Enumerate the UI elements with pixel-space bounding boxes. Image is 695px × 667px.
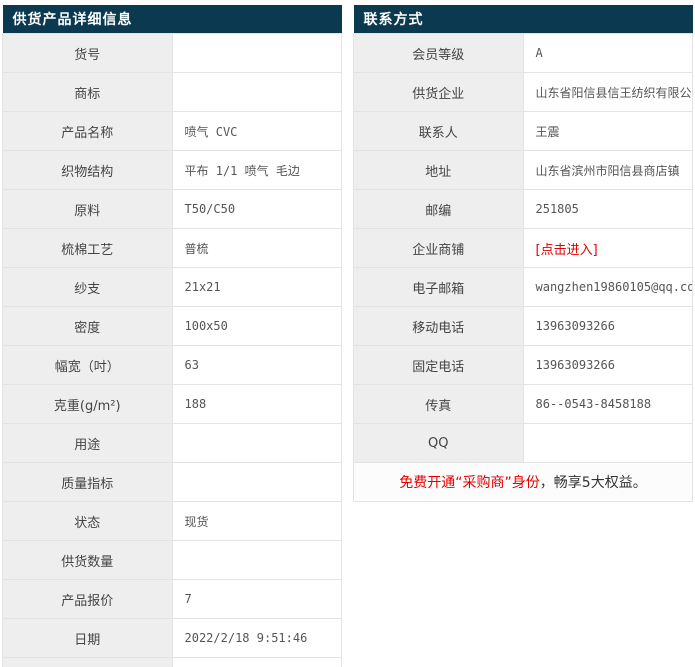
supply-product-title: 供货产品详细信息 — [2, 5, 342, 34]
row-value: 普梳 — [171, 228, 342, 268]
table-row: 纱支 21x21 — [2, 267, 342, 307]
shop-enter-link[interactable]: [点击进入] — [536, 243, 598, 258]
table-row: 质量指标 — [2, 462, 342, 502]
row-label: 梳棉工艺 — [2, 228, 173, 268]
row-value: 13963093266 — [522, 306, 693, 346]
table-row: 固定电话 13963093266 — [353, 345, 693, 385]
row-value — [522, 423, 693, 463]
table-row: 移动电话 13963093266 — [353, 306, 693, 346]
row-value — [171, 33, 342, 73]
row-label: 幅宽（吋） — [2, 345, 173, 385]
row-label: 供货企业 — [353, 72, 524, 112]
row-label: 货号 — [2, 33, 173, 73]
row-value: 100x50 — [171, 306, 342, 346]
row-label: 企业商铺 — [353, 228, 524, 268]
table-row: 供货企业 山东省阳信县信王纺织有限公司 — [353, 72, 693, 112]
table-row: 日期 2022/2/18 9:51:46 — [2, 618, 342, 658]
row-value: T50/C50 — [171, 189, 342, 229]
table-row: 货号 — [2, 33, 342, 73]
row-label: 纱支 — [2, 267, 173, 307]
table-row: 产品名称 喷气 CVC — [2, 111, 342, 151]
row-value: 山东省滨州市阳信县商店镇 — [522, 150, 693, 190]
row-label: 邮编 — [353, 189, 524, 229]
row-label: 用途 — [2, 423, 173, 463]
row-value: 平布 1/1 喷气 毛边 — [171, 150, 342, 190]
table-row: 状态 现货 — [2, 501, 342, 541]
table-row: 产品报价 7 — [2, 579, 342, 619]
row-label: 密度 — [2, 306, 173, 346]
row-label: 电子邮箱 — [353, 267, 524, 307]
row-value: 13963093266 — [522, 345, 693, 385]
row-value — [171, 462, 342, 502]
row-value: 251805 — [522, 189, 693, 229]
row-label: 移动电话 — [353, 306, 524, 346]
notice-row: 免费开通“采购商”身份，畅享5大权益。 — [353, 462, 693, 502]
row-value: 染色漂白 喷汽 万能坯 毛边 大化 — [171, 657, 342, 667]
table-row: 织物结构 平布 1/1 喷气 毛边 — [2, 150, 342, 190]
table-row: 梳棉工艺 普梳 — [2, 228, 342, 268]
row-label: 传真 — [353, 384, 524, 424]
row-label: 商标 — [2, 72, 173, 112]
contact-title: 联系方式 — [353, 5, 693, 34]
row-value: wangzhen19860105@qq.com — [522, 267, 693, 307]
row-label: 原料 — [2, 189, 173, 229]
row-label: 日期 — [2, 618, 173, 658]
table-row: 会员等级 A — [353, 33, 693, 73]
row-value: 86--0543-8458188 — [522, 384, 693, 424]
row-value — [171, 72, 342, 112]
row-value: 188 — [171, 384, 342, 424]
row-value: 现货 — [171, 501, 342, 541]
table-row: 邮编 251805 — [353, 189, 693, 229]
page-container: 供货产品详细信息 货号 商标 产品名称 喷气 CVC 织物结构 平布 1/1 喷气 毛边原… — [0, 0, 695, 667]
buyer-notice-text: ，畅享5大权益。 — [539, 475, 647, 491]
row-label: 产品名称 — [2, 111, 173, 151]
table-row: 供货数量 — [2, 540, 342, 580]
table-row: 地址 山东省滨州市阳信县商店镇 — [353, 150, 693, 190]
table-row: 传真 86--0543-8458188 — [353, 384, 693, 424]
row-label: 织物结构 — [2, 150, 173, 190]
table-header-row: 供货产品详细信息 — [2, 5, 342, 34]
row-value — [171, 423, 342, 463]
row-value: 王震 — [522, 111, 693, 151]
row-value: 2022/2/18 9:51:46 — [171, 618, 342, 658]
row-value: 21x21 — [171, 267, 342, 307]
row-label: 供货数量 — [2, 540, 173, 580]
table-header-row: 联系方式 — [353, 5, 693, 34]
row-value: A — [522, 33, 693, 73]
table-row: 密度 100x50 — [2, 306, 342, 346]
row-label: 会员等级 — [353, 33, 524, 73]
row-label: 克重(g/m²) — [2, 384, 173, 424]
row-value: [点击进入] — [522, 228, 693, 268]
contact-table: 联系方式 会员等级 A 供货企业 山东省阳信县信王纺织有限公司 联系人 王震 地址 山东省滨州… — [353, 5, 693, 502]
row-value: 山东省阳信县信王纺织有限公司 — [522, 72, 693, 112]
row-label: 联系人 — [353, 111, 524, 151]
table-row: 企业商铺 [点击进入] — [353, 228, 693, 268]
open-buyer-account-link[interactable]: 免费开通“采购商”身份 — [399, 475, 540, 491]
table-row: 原料 T50/C50 — [2, 189, 342, 229]
row-label: 地址 — [353, 150, 524, 190]
table-row: 备注染色漂白 喷汽 万能坯 毛边 大化 — [2, 657, 342, 667]
row-label: 备注 — [2, 657, 173, 667]
row-label: 质量指标 — [2, 462, 173, 502]
table-row: 克重(g/m²) 188 — [2, 384, 342, 424]
row-value: 喷气 CVC — [171, 111, 342, 151]
supply-product-table: 供货产品详细信息 货号 商标 产品名称 喷气 CVC 织物结构 平布 1/1 喷气 毛边原… — [2, 5, 342, 667]
table-row: 商标 — [2, 72, 342, 112]
row-label: 固定电话 — [353, 345, 524, 385]
row-value: 63 — [171, 345, 342, 385]
row-label: 状态 — [2, 501, 173, 541]
row-value: 7 — [171, 579, 342, 619]
buyer-notice: 免费开通“采购商”身份，畅享5大权益。 — [353, 462, 693, 502]
table-row: 电子邮箱 wangzhen19860105@qq.com — [353, 267, 693, 307]
row-label: QQ — [353, 423, 524, 463]
table-row: 联系人 王震 — [353, 111, 693, 151]
row-label: 产品报价 — [2, 579, 173, 619]
row-value — [171, 540, 342, 580]
table-row: 用途 — [2, 423, 342, 463]
table-row: QQ — [353, 423, 693, 463]
table-row: 幅宽（吋） 63 — [2, 345, 342, 385]
